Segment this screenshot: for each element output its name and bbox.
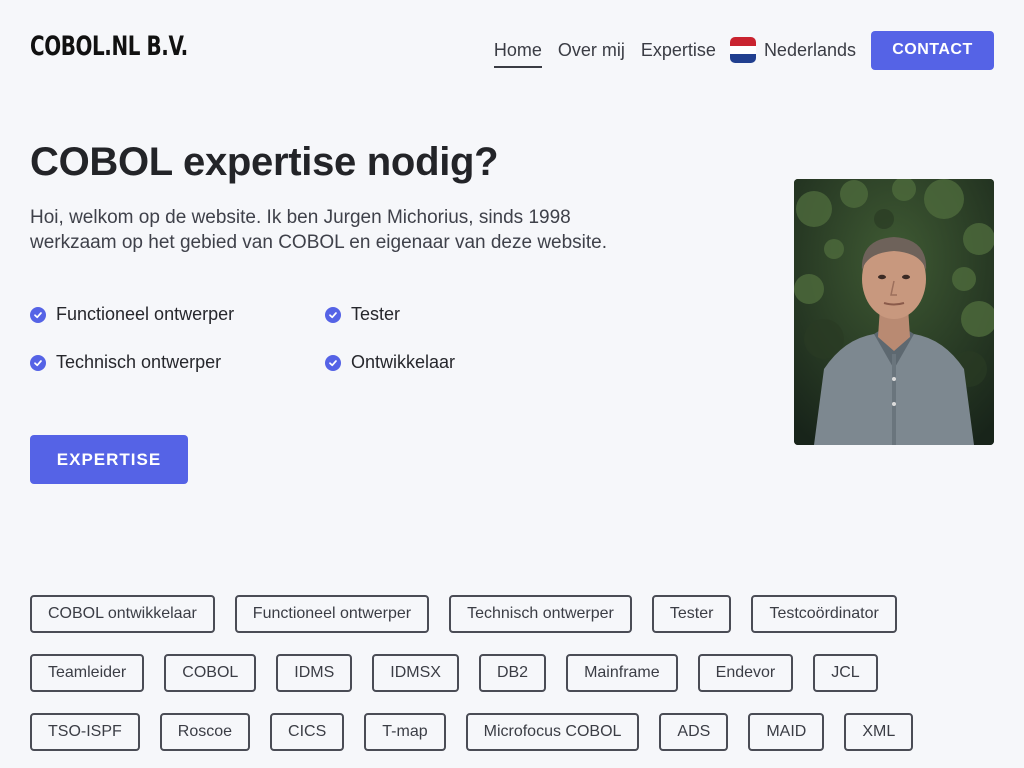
tag[interactable]: Teamleider: [30, 654, 145, 692]
skill-label: Technisch ontwerper: [56, 352, 222, 372]
tag[interactable]: Microfocus COBOL: [465, 713, 640, 751]
tag-row: Teamleider COBOL IDMS IDMSX DB2 Mainfram…: [30, 654, 1010, 692]
tag-row: COBOL ontwikkelaar Functioneel ontwerper…: [30, 595, 1010, 633]
profile-photo: [794, 179, 994, 445]
site-logo[interactable]: COBOL.NL B.V.: [30, 31, 188, 62]
language-label: Nederlands: [763, 39, 856, 60]
tag[interactable]: Mainframe: [566, 654, 678, 692]
tag[interactable]: Roscoe: [159, 713, 251, 751]
check-circle-icon: [30, 354, 46, 371]
tag[interactable]: CICS: [270, 713, 345, 751]
page-title: COBOL expertise nodig?: [30, 140, 499, 184]
skill-item: Ontwikkelaar: [325, 352, 455, 373]
skill-label: Tester: [351, 304, 401, 324]
skill-label: Ontwikkelaar: [351, 352, 456, 372]
expertise-tags: COBOL ontwikkelaar Functioneel ontwerper…: [30, 595, 1010, 768]
tag[interactable]: Testcoördinator: [751, 595, 897, 633]
tag[interactable]: COBOL: [164, 654, 257, 692]
tag[interactable]: Functioneel ontwerper: [234, 595, 430, 633]
tag[interactable]: Technisch ontwerper: [449, 595, 632, 633]
tag[interactable]: JCL: [813, 654, 878, 692]
tag[interactable]: Tester: [651, 595, 732, 633]
tag[interactable]: ADS: [659, 713, 729, 751]
page: COBOL.NL B.V. Home Over mij Expertise Ne…: [0, 0, 1024, 768]
tag-row: TSO-ISPF Roscoe CICS T-map Microfocus CO…: [30, 713, 1010, 751]
skill-item: Tester: [325, 304, 400, 325]
tag[interactable]: IDMSX: [372, 654, 459, 692]
expertise-button[interactable]: EXPERTISE: [30, 435, 188, 484]
intro-text: Hoi, welkom op de website. Ik ben Jurgen…: [30, 207, 608, 253]
skill-label: Functioneel ontwerper: [56, 304, 235, 324]
skill-item: Technisch ontwerper: [30, 352, 221, 373]
tag[interactable]: COBOL ontwikkelaar: [30, 595, 215, 633]
tag[interactable]: XML: [844, 713, 914, 751]
netherlands-flag-icon: [729, 37, 756, 63]
contact-button[interactable]: CONTACT: [871, 30, 994, 70]
skill-item: Functioneel ontwerper: [30, 304, 234, 325]
tag[interactable]: DB2: [478, 654, 547, 692]
language-selector[interactable]: Nederlands: [729, 37, 856, 63]
check-circle-icon: [325, 354, 341, 371]
tag[interactable]: MAID: [748, 713, 825, 751]
check-circle-icon: [325, 306, 341, 323]
main-nav: Home Over mij Expertise Nederlands CONTA…: [493, 30, 994, 70]
tag[interactable]: TSO-ISPF: [30, 713, 140, 751]
tag[interactable]: Endevor: [697, 654, 794, 692]
tag[interactable]: T-map: [364, 713, 446, 751]
check-circle-icon: [30, 306, 46, 323]
nav-over-mij[interactable]: Over mij: [558, 30, 625, 70]
nav-expertise[interactable]: Expertise: [641, 30, 716, 70]
tag[interactable]: IDMS: [276, 654, 353, 692]
nav-home[interactable]: Home: [493, 30, 542, 70]
